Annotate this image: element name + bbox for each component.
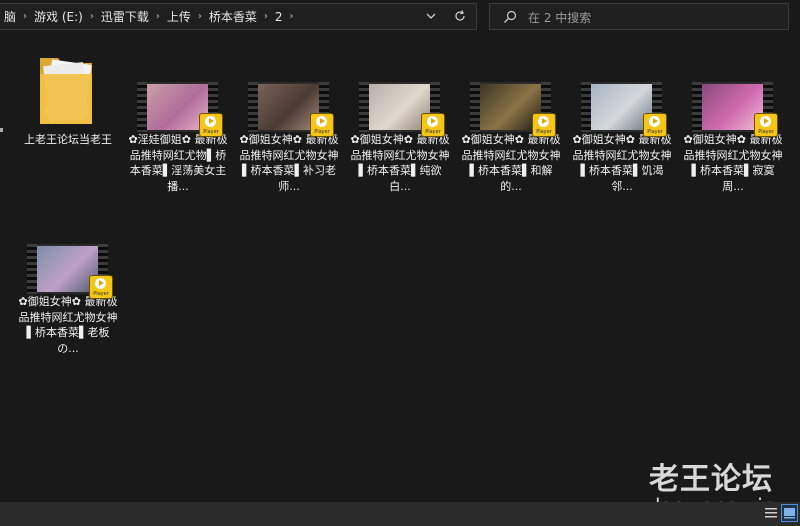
search-icon [504,10,517,23]
film-strip-left [359,82,369,132]
video-file-item[interactable]: Player ✿御姐女神✿ 最新极品推特网红尤物女神▌桥本香菜▌老板の... [16,196,120,356]
video-frame [702,84,763,130]
item-label: ✿御姐女神✿ 最新极品推特网红尤物女神▌桥本香菜▌老板の... [18,295,118,355]
file-explorer-window: 脑 › 游戏 (E:) › 迅雷下载 › 上传 › 桥本香菜 › 2 › 在 2… [0,0,800,526]
item-label: 上老王论坛当老王 [24,133,112,146]
item-label: ✿御姐女神✿ 最新极品推特网红尤物女神▌桥本香菜▌纯欲白... [350,133,450,193]
player-app-icon: Player [755,114,777,136]
item-label: ✿御姐女神✿ 最新极品推特网红尤物女神▌桥本香菜▌寂寞周... [683,133,783,193]
search-input[interactable] [526,6,780,29]
film-strip-left [27,244,37,294]
breadcrumb-this-pc[interactable]: 脑 [0,8,21,25]
video-file-item[interactable]: Player ✿御姐女神✿ 最新极品推特网红尤物女神▌桥本香菜▌饥渴邻... [570,34,674,194]
large-icons-view-icon [784,508,795,519]
item-label: ✿御姐女神✿ 最新极品推特网红尤物女神▌桥本香菜▌和解的... [461,133,561,193]
film-strip: Player [359,82,444,136]
video-frame [37,246,98,292]
navigation-pane-edge [0,128,3,132]
video-frame [258,84,319,130]
film-strip: Player [692,82,777,136]
video-file-item[interactable]: Player ✿淫娃御姐✿ 最新极品推特网红尤物▌桥本香菜▌淫荡美女主播... [126,34,230,194]
status-bar [0,502,800,526]
player-badge-text: Player [536,129,552,135]
breadcrumb-xunlei-download[interactable]: 迅雷下载 [96,8,154,25]
file-list-view: 上老王论坛当老王 Player ✿淫娃御姐✿ 最新极品推特网红尤物▌桥本香菜▌淫… [0,34,800,502]
video-thumbnail: Player [126,34,230,136]
video-file-item[interactable]: Player ✿御姐女神✿ 最新极品推特网红尤物女神▌桥本香菜▌和解的... [459,34,563,194]
film-strip: Player [137,82,222,136]
folder-thumbnail [16,34,120,130]
video-thumbnail: Player [237,34,341,136]
film-strip: Player [581,82,666,136]
video-thumbnail: Player [348,34,452,136]
film-strip-left [248,82,258,132]
film-strip-left [581,82,591,132]
video-frame [480,84,541,130]
player-app-icon: Player [644,114,666,136]
player-app-icon: Player [422,114,444,136]
breadcrumb-upload[interactable]: 上传 [162,8,196,25]
large-icons-view-button[interactable] [781,504,798,522]
player-badge-text: Player [93,291,109,297]
film-strip-left [470,82,480,132]
video-thumbnail: Player [570,34,674,136]
chevron-down-icon[interactable] [424,9,438,23]
folder-icon [40,58,92,124]
item-label: ✿淫娃御姐✿ 最新极品推特网红尤物▌桥本香菜▌淫荡美女主播... [128,133,228,193]
chevron-right-icon[interactable]: › [88,11,96,22]
chevron-right-icon[interactable]: › [288,11,296,22]
film-strip: Player [27,244,112,298]
breadcrumb-hashimoto[interactable]: 桥本香菜 [204,8,262,25]
breadcrumb-current-folder[interactable]: 2 [270,10,288,24]
video-file-item[interactable]: Player ✿御姐女神✿ 最新极品推特网红尤物女神▌桥本香菜▌寂寞周... [681,34,785,194]
address-bar[interactable]: 脑 › 游戏 (E:) › 迅雷下载 › 上传 › 桥本香菜 › 2 › [0,3,477,30]
item-label: ✿御姐女神✿ 最新极品推特网红尤物女神▌桥本香菜▌补习老师... [239,133,339,193]
player-badge-text: Player [314,129,330,135]
film-strip: Player [248,82,333,136]
player-badge-text: Player [758,129,774,135]
player-badge-text: Player [425,129,441,135]
chevron-right-icon[interactable]: › [154,11,162,22]
video-file-item[interactable]: Player ✿御姐女神✿ 最新极品推特网红尤物女神▌桥本香菜▌补习老师... [237,34,341,194]
video-frame [591,84,652,130]
chevron-right-icon[interactable]: › [21,11,29,22]
video-thumbnail: Player [459,34,563,136]
top-bar: 脑 › 游戏 (E:) › 迅雷下载 › 上传 › 桥本香菜 › 2 › [0,0,800,34]
search-box[interactable] [489,3,789,30]
player-app-icon: Player [311,114,333,136]
film-strip: Player [470,82,555,136]
film-strip-left [692,82,702,132]
video-frame [147,84,208,130]
refresh-icon[interactable] [452,8,468,24]
film-strip-left [137,82,147,132]
watermark-title: 老王论坛 [649,462,773,497]
player-badge-text: Player [647,129,663,135]
video-thumbnail: Player [681,34,785,136]
details-view-icon[interactable] [764,506,778,520]
video-frame [369,84,430,130]
item-label: ✿御姐女神✿ 最新极品推特网红尤物女神▌桥本香菜▌饥渴邻... [572,133,672,193]
video-file-item[interactable]: Player ✿御姐女神✿ 最新极品推特网红尤物女神▌桥本香菜▌纯欲白... [348,34,452,194]
video-thumbnail: Player [16,196,120,298]
player-app-icon: Player [200,114,222,136]
folder-item[interactable]: 上老王论坛当老王 [16,34,120,148]
chevron-right-icon[interactable]: › [196,11,204,22]
player-badge-text: Player [203,129,219,135]
breadcrumb-drive-e[interactable]: 游戏 (E:) [29,8,88,25]
player-app-icon: Player [533,114,555,136]
player-app-icon: Player [90,276,112,298]
chevron-right-icon[interactable]: › [262,11,270,22]
